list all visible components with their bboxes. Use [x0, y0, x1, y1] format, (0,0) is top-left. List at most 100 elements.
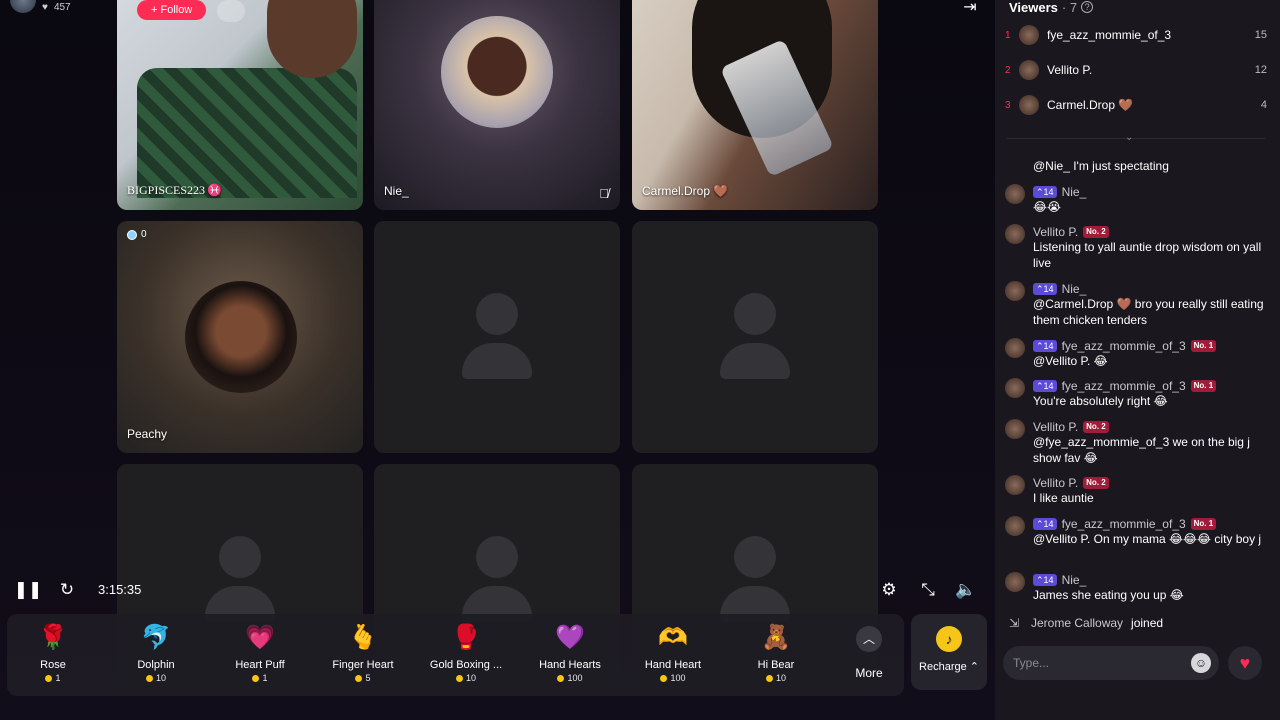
- chat-input[interactable]: [1013, 654, 1183, 672]
- gift-bar: 🌹 Rose 1 🐬 Dolphin 10 💗 Heart Puff 1 🫰 F…: [7, 614, 904, 696]
- more-label: More: [855, 666, 883, 680]
- host-avatar[interactable]: [10, 0, 36, 13]
- avatar[interactable]: [1005, 338, 1025, 358]
- chat-username[interactable]: Nie_: [1062, 185, 1087, 199]
- avatar[interactable]: [1005, 516, 1025, 536]
- gift-label: Dolphin: [137, 659, 175, 671]
- collapse-screen-icon[interactable]: ⤡: [916, 578, 940, 602]
- divider: [1007, 138, 1265, 139]
- gift-label: Hi Bear: [757, 659, 795, 671]
- person-placeholder-icon: [734, 536, 776, 578]
- more-gifts-button[interactable]: ︿ More: [847, 626, 891, 680]
- gift-finger-heart[interactable]: 🫰 Finger Heart 5: [313, 622, 413, 692]
- gift-hi-bear[interactable]: 🧸 Hi Bear 10: [726, 622, 826, 692]
- gift-price: 10: [106, 673, 206, 683]
- chevron-down-icon[interactable]: ⌄: [1125, 132, 1133, 143]
- gift-price: 5: [313, 673, 413, 683]
- chat-text: @Carmel.Drop 🤎 bro you really still eati…: [1033, 297, 1264, 327]
- viewers-title: Viewers: [1009, 0, 1058, 15]
- avatar: [1019, 95, 1039, 115]
- guest-tile-1[interactable]: + Follow BIGPISCES223 ♓: [117, 0, 363, 210]
- viewer-row[interactable]: 2 Vellito P. 12: [1005, 58, 1267, 82]
- chat-text: @fye_azz_mommie_of_3 we on the big j sho…: [1033, 435, 1250, 465]
- avatar[interactable]: [1005, 475, 1025, 495]
- player-controls: ❚❚ ↻ 3:15:35 ⚙ ⤡ 🔈: [0, 578, 995, 602]
- chat-username[interactable]: Vellito P.: [1033, 476, 1078, 490]
- hand-hearts-icon: 💜: [555, 624, 585, 651]
- chat-username[interactable]: fye_azz_mommie_of_3: [1062, 379, 1186, 393]
- gift-heart-puff[interactable]: 💗 Heart Puff 1: [210, 622, 310, 692]
- viewer-row[interactable]: 1 fye_azz_mommie_of_3 15: [1005, 23, 1267, 47]
- exit-icon[interactable]: ⇥: [960, 0, 980, 16]
- enter-icon: ⇲: [1008, 616, 1020, 630]
- gift-hand-hearts[interactable]: 💜 Hand Hearts 100: [520, 622, 620, 692]
- chat-text: 😂😭: [1033, 200, 1062, 214]
- guest-name: Carmel.Drop 🤎: [642, 184, 729, 198]
- chat-username[interactable]: fye_azz_mommie_of_3: [1062, 517, 1186, 531]
- avatar[interactable]: [1005, 378, 1025, 398]
- video-frame: [137, 68, 357, 198]
- settings-gear-icon[interactable]: ⚙: [877, 578, 901, 602]
- like-heart-button[interactable]: ♥: [1228, 646, 1262, 680]
- recharge-button[interactable]: ♪ Recharge ⌃: [911, 614, 987, 690]
- stream-stats: ♥ 457: [10, 0, 71, 14]
- person-placeholder-icon: [476, 536, 518, 578]
- avatar: [1019, 60, 1039, 80]
- gift-gold-boxing[interactable]: 🥊 Gold Boxing ... 10: [416, 622, 516, 692]
- joined-username[interactable]: Jerome Calloway: [1031, 616, 1123, 630]
- chat-text: @Vellito P. On my mama 😂😂😂 city boy j: [1033, 532, 1262, 546]
- gift-price: 10: [416, 673, 516, 683]
- chat-username[interactable]: Nie_: [1062, 573, 1087, 587]
- gift-price: 10: [726, 673, 826, 683]
- pause-icon[interactable]: ❚❚: [14, 578, 43, 602]
- avatar[interactable]: [1005, 572, 1025, 592]
- gift-label: Hand Heart: [644, 659, 702, 671]
- viewer-row[interactable]: 3 Carmel.Drop 🤎 4: [1005, 93, 1267, 117]
- volume-icon[interactable]: 🔈: [954, 578, 978, 602]
- gift-price: 1: [210, 673, 310, 683]
- coin-icon: [252, 674, 260, 682]
- guest-coin-count: 0: [127, 229, 147, 240]
- emoji-icon[interactable]: ☺: [1191, 653, 1211, 673]
- chat-username[interactable]: Vellito P.: [1033, 225, 1078, 239]
- coin-icon: [127, 229, 137, 240]
- person-placeholder-icon: [720, 343, 790, 379]
- finger-heart-icon: 🫰: [348, 624, 378, 651]
- gift-dolphin[interactable]: 🐬 Dolphin 10: [106, 622, 206, 692]
- coin-icon: [455, 674, 463, 682]
- empty-seat[interactable]: [374, 221, 620, 453]
- chat-message: ⌃14 Nie_ @Carmel.Drop 🤎 bro you really st…: [1005, 281, 1267, 328]
- chat-message: Vellito P. No. 2 I like auntie: [1005, 475, 1267, 506]
- chat-message: ⌃14 fye_azz_mommie_of_3 No. 1 @Vellito P. …: [1005, 338, 1267, 369]
- level-badge: ⌃14: [1033, 517, 1057, 530]
- chat-message: ⌃14 Nie_ James she eating you up 😂: [1005, 572, 1267, 603]
- guest-tile-2[interactable]: Nie_ 🎙̸: [374, 0, 620, 210]
- chat-username[interactable]: Nie_: [1062, 282, 1087, 296]
- avatar[interactable]: [1005, 184, 1025, 204]
- empty-seat[interactable]: [632, 221, 878, 453]
- viewer-score: 12: [1254, 64, 1267, 76]
- avatar[interactable]: [1005, 224, 1025, 244]
- chat-username[interactable]: fye_azz_mommie_of_3: [1062, 339, 1186, 353]
- follow-button[interactable]: + Follow: [137, 0, 207, 20]
- chat-text: I like auntie: [1033, 491, 1094, 505]
- gift-rose[interactable]: 🌹 Rose 1: [3, 622, 103, 692]
- chat-username[interactable]: Vellito P.: [1033, 420, 1078, 434]
- person-placeholder-icon: [476, 293, 518, 335]
- viewer-name: Vellito P.: [1047, 63, 1093, 77]
- viewer-rank: 1: [1005, 29, 1011, 41]
- avatar[interactable]: [1005, 419, 1025, 439]
- rank-badge: No. 2: [1083, 225, 1109, 238]
- guest-tile-4[interactable]: 0 Peachy: [117, 221, 363, 453]
- gift-hand-heart[interactable]: 🫶 Hand Heart 100: [623, 622, 723, 692]
- chat-message: @Nie_ I'm just spectating: [1005, 158, 1267, 174]
- avatar[interactable]: [1005, 281, 1025, 301]
- coin-icon: [557, 674, 565, 682]
- level-badge: ⌃14: [1033, 185, 1057, 198]
- gift-label: Gold Boxing ...: [429, 659, 503, 671]
- help-icon[interactable]: ?: [1081, 1, 1094, 13]
- refresh-icon[interactable]: ↻: [55, 578, 79, 602]
- more-options-button[interactable]: [217, 0, 245, 22]
- gift-price: 100: [520, 673, 620, 683]
- guest-tile-3[interactable]: Carmel.Drop 🤎: [632, 0, 878, 210]
